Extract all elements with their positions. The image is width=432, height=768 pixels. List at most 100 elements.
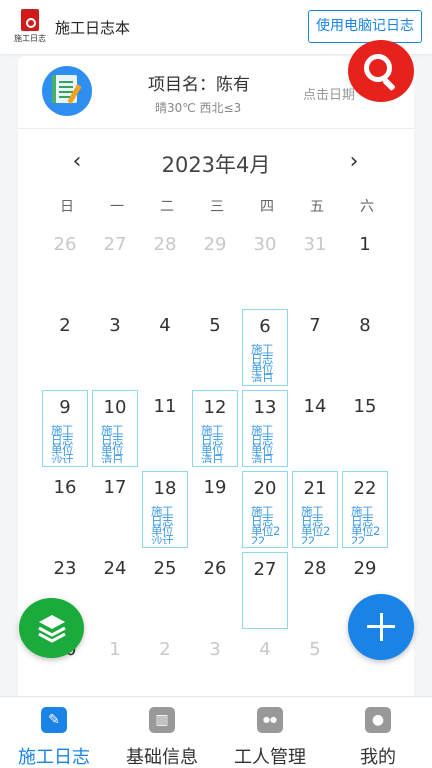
search-button[interactable] (348, 40, 414, 102)
day-number: 8 (359, 315, 371, 336)
project-name: 项目名：陈有 (148, 75, 250, 95)
nav-item-2[interactable]: ●● 工人管理 (216, 697, 324, 768)
day-number: 22 (353, 478, 377, 499)
day-number: 4 (259, 639, 271, 660)
nav-label: 施工日志 (18, 747, 90, 768)
calendar-day[interactable]: 6 施工日志单位清日 (242, 309, 288, 386)
day-number: 25 (153, 558, 177, 579)
day-number: 24 (103, 558, 127, 579)
day-number: 12 (203, 397, 227, 418)
day-number: 26 (53, 234, 77, 255)
nav-item-3[interactable]: ● 我的 (324, 697, 432, 768)
day-number: 11 (153, 396, 177, 417)
add-log-button[interactable] (348, 594, 414, 660)
day-number: 27 (103, 234, 127, 255)
calendar-day[interactable]: 5 (192, 309, 238, 386)
calendar-day[interactable]: 28 (292, 552, 338, 629)
day-number: 10 (103, 397, 127, 418)
weekday-header: 日一二三四五六 (42, 196, 394, 218)
project-notebook-icon (42, 66, 92, 116)
weekday-label: 二 (160, 199, 174, 215)
weather-info: 晴30℃ 西北≤3 (155, 101, 242, 115)
calendar-day[interactable]: 12 施工日志单位清日 (192, 390, 238, 467)
day-number: 15 (353, 396, 377, 417)
day-number: 20 (253, 478, 277, 499)
day-number: 18 (153, 478, 177, 499)
bottom-nav: ✎ 施工日志 ▥ 基础信息 ●● 工人管理 ● 我的 (0, 696, 432, 768)
weekday-label: 六 (360, 199, 374, 215)
calendar-nav: ‹ 2023年4月 › (18, 146, 414, 180)
day-number: 19 (203, 477, 227, 498)
day-number: 2 (59, 315, 71, 336)
app-logo: 施工日志 (12, 9, 48, 45)
weekday-label: 五 (310, 199, 324, 215)
day-number: 23 (53, 558, 77, 579)
day-number: 3 (209, 639, 221, 660)
day-number: 5 (309, 639, 321, 660)
calendar-day[interactable]: 29 (192, 228, 238, 305)
nav-item-0[interactable]: ✎ 施工日志 (0, 697, 108, 768)
notebook-icon: ✎ (41, 707, 67, 733)
weekday-label: 一 (110, 199, 124, 215)
day-number: 9 (59, 397, 71, 418)
next-month-button[interactable]: › (340, 148, 368, 178)
day-number: 4 (159, 315, 171, 336)
day-log-preview: 施工日志单位222 (351, 506, 380, 544)
calendar-day[interactable]: 25 (142, 552, 188, 629)
group-icon: ●● (257, 707, 283, 733)
use-pc-button[interactable]: 使用电脑记日志 (308, 10, 422, 43)
day-number: 6 (259, 316, 271, 337)
calendar-day[interactable]: 19 (192, 471, 238, 548)
day-log-preview: 施工日志单位清日 (251, 344, 274, 382)
calendar-day[interactable]: 11 (142, 390, 188, 467)
day-log-preview: 施工日志单位沙计 (51, 425, 74, 463)
calendar-grid: 26 27 28 29 30 31 1 2 3 4 5 6 施工日志单位清日 7 8 9 施工日志单位沙计 10 施… (42, 228, 394, 706)
calendar-day[interactable]: 8 (342, 309, 388, 386)
day-number: 2 (159, 639, 171, 660)
weekday-label: 日 (60, 199, 74, 215)
calendar-day[interactable]: 16 (42, 471, 88, 548)
calendar-day[interactable]: 26 (42, 228, 88, 305)
calendar-day[interactable]: 18 施工日志单位沙计 (142, 471, 188, 548)
calendar-day[interactable]: 15 (342, 390, 388, 467)
calendar-day[interactable]: 9 施工日志单位沙计 (42, 390, 88, 467)
calendar-day[interactable]: 7 (292, 309, 338, 386)
day-log-preview: 施工日志单位清日 (251, 425, 274, 463)
day-log-preview: 施工日志单位沙计 (151, 506, 174, 544)
calendar-day[interactable]: 2 (42, 309, 88, 386)
calendar-day[interactable]: 14 (292, 390, 338, 467)
calendar-day[interactable]: 24 (92, 552, 138, 629)
calendar-day[interactable]: 31 (292, 228, 338, 305)
logo-text: 施工日志 (14, 34, 46, 43)
calendar-day[interactable]: 3 (92, 309, 138, 386)
calendar-day[interactable]: 4 (142, 309, 188, 386)
day-number: 3 (109, 315, 121, 336)
layers-button[interactable] (19, 598, 84, 658)
calendar-day[interactable]: 27 (92, 228, 138, 305)
logo-mark-icon (21, 9, 39, 31)
calendar-day[interactable]: 21 施工日志单位222 (292, 471, 338, 548)
nav-item-1[interactable]: ▥ 基础信息 (108, 697, 216, 768)
app-title: 施工日志本 (55, 19, 131, 37)
calendar-day[interactable]: 1 (342, 228, 388, 305)
calendar-day[interactable]: 13 施工日志单位清日 (242, 390, 288, 467)
layers-icon (38, 615, 66, 643)
nav-label: 工人管理 (234, 747, 306, 768)
day-log-preview: 施工日志单位222 (251, 506, 280, 544)
day-number: 21 (303, 478, 327, 499)
day-number: 28 (303, 558, 327, 579)
nav-label: 我的 (360, 747, 396, 768)
day-number: 27 (253, 559, 277, 580)
day-number: 17 (103, 477, 127, 498)
calendar-day[interactable]: 22 施工日志单位222 (342, 471, 388, 548)
calendar-day[interactable]: 20 施工日志单位222 (242, 471, 288, 548)
calendar-day[interactable]: 27 (242, 552, 288, 629)
calendar-day[interactable]: 30 (242, 228, 288, 305)
day-number: 31 (303, 234, 327, 255)
day-log-preview: 施工日志单位222 (301, 506, 330, 544)
weekday-label: 三 (210, 199, 224, 215)
calendar-day[interactable]: 28 (142, 228, 188, 305)
calendar-day[interactable]: 10 施工日志单位清日 (92, 390, 138, 467)
calendar-day[interactable]: 26 (192, 552, 238, 629)
calendar-day[interactable]: 17 (92, 471, 138, 548)
